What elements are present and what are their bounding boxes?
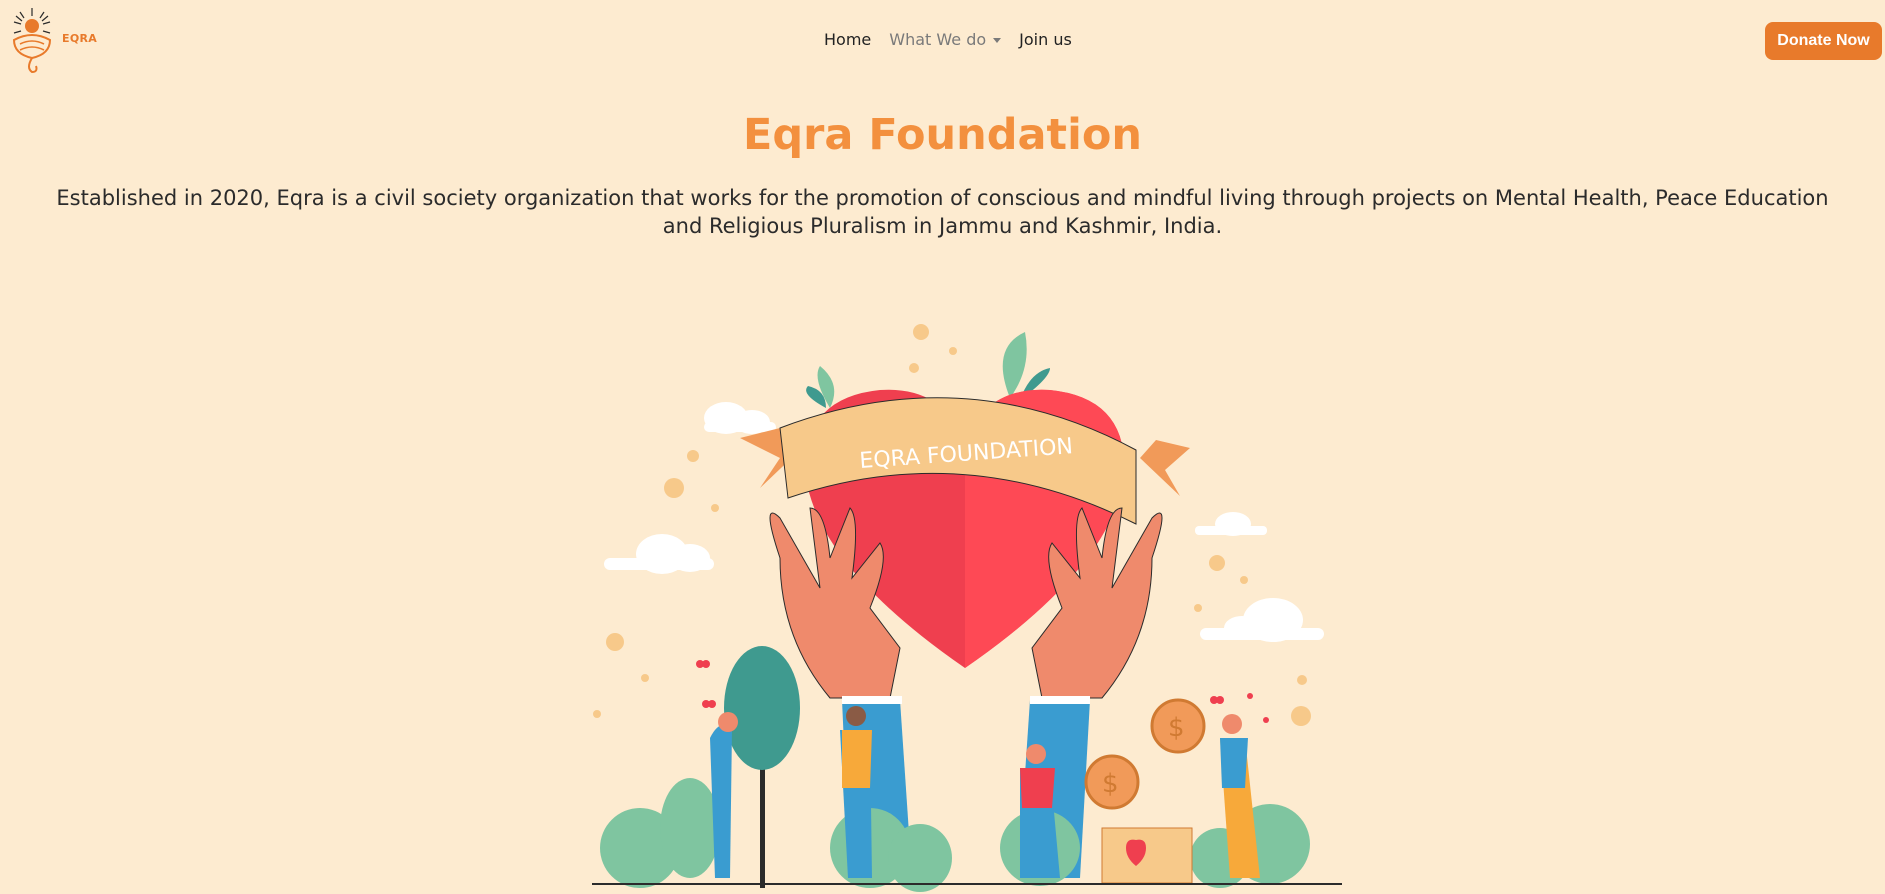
svg-text:$: $: [1102, 769, 1119, 799]
donate-button[interactable]: Donate Now: [1765, 22, 1882, 60]
nav-item-what-we-do[interactable]: What We do: [889, 30, 1002, 49]
donation-box: [1101, 827, 1193, 884]
bush-shapes: [600, 778, 1310, 892]
brand-name[interactable]: EQRA: [62, 32, 97, 45]
hero-description: Established in 2020, Eqra is a civil soc…: [56, 186, 1829, 238]
main-menu: Home What We do Join us: [824, 30, 1072, 49]
nav-item-what-we-do-label: What We do: [889, 30, 987, 49]
page-title: Eqra Foundation: [743, 110, 1142, 160]
caret-down-icon: [993, 38, 1002, 43]
charity-illustration: EQRA FOUNDATION $ $: [592, 324, 1342, 892]
nav-item-home[interactable]: Home: [824, 30, 871, 49]
navbar: EQRA Home What We do Join us Donate Now: [0, 0, 1885, 84]
tree-shape: [724, 646, 800, 770]
svg-text:$: $: [1168, 713, 1185, 743]
nav-item-join-us[interactable]: Join us: [1019, 30, 1072, 49]
sun-lotus-logo-icon[interactable]: [8, 6, 56, 78]
